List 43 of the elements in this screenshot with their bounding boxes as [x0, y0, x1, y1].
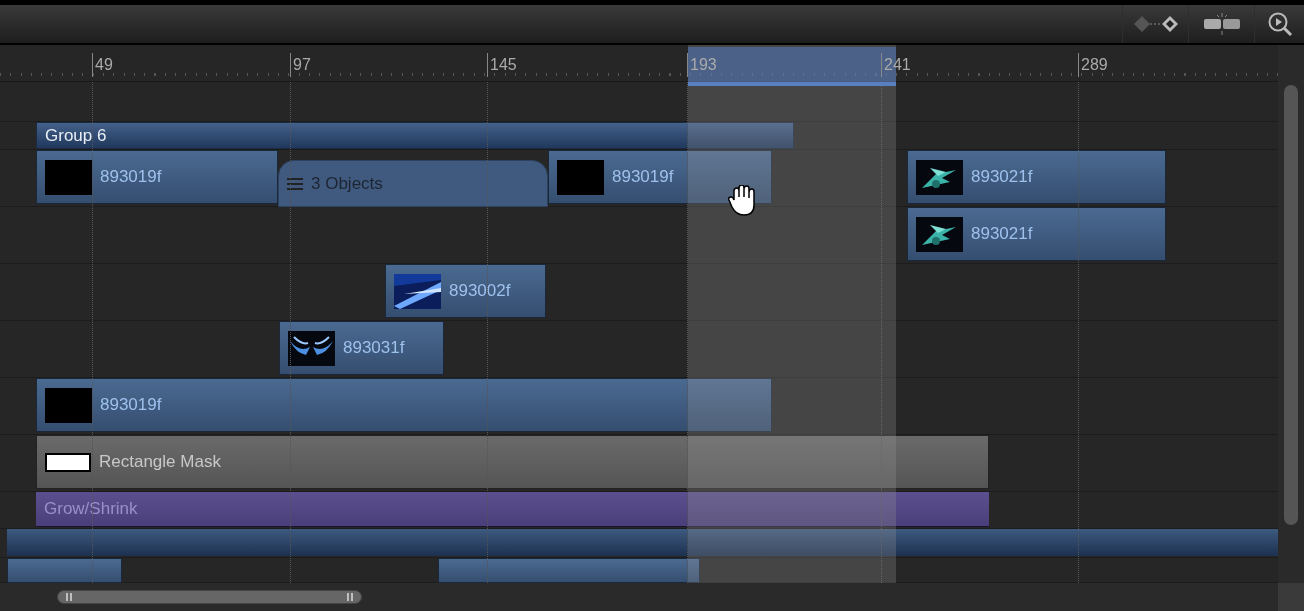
clip-name: 893019f: [612, 166, 674, 189]
clip-name: 893002f: [449, 280, 511, 303]
ruler-label: 97: [293, 56, 311, 73]
media-clip[interactable]: 893031f: [279, 321, 444, 375]
mask-clip[interactable]: Rectangle Mask: [36, 435, 989, 489]
clip-name: 893021f: [971, 223, 1033, 246]
list-icon: [287, 177, 303, 190]
clip-name: 893021f: [971, 166, 1033, 189]
grip-icon: [347, 593, 353, 601]
group-bar[interactable]: Group 6: [36, 122, 794, 149]
ruler-label: 49: [95, 56, 113, 73]
scrollbar-corner: [1278, 583, 1304, 611]
media-clip[interactable]: [438, 558, 700, 583]
clip-name: 893019f: [100, 394, 162, 417]
split-clip-icon: [1201, 13, 1242, 35]
mask-icon: [45, 452, 91, 472]
media-clip[interactable]: 893019f: [36, 378, 772, 432]
ruler-label: 145: [490, 56, 517, 73]
hand-cursor-icon: [728, 185, 758, 217]
clip-name: Grow/Shrink: [44, 498, 138, 521]
behavior-clip[interactable]: Grow/Shrink: [36, 492, 989, 527]
vertical-scrollbar[interactable]: [1284, 85, 1298, 525]
thumbnail: [557, 159, 604, 195]
thumbnail: [45, 387, 92, 423]
clip-name: Rectangle Mask: [99, 451, 221, 474]
collapsed-objects-tab[interactable]: 3 Objects: [278, 160, 548, 207]
horizontal-scrollbar[interactable]: [57, 590, 362, 604]
media-clip[interactable]: [7, 558, 122, 583]
clip-name: 893031f: [343, 337, 405, 360]
media-clip[interactable]: 893019f: [36, 150, 278, 204]
clip-name: 893019f: [100, 166, 162, 189]
media-clip[interactable]: 893019f: [548, 150, 772, 204]
clip-name: 3 Objects: [311, 172, 383, 195]
media-clip[interactable]: 893021f: [907, 207, 1166, 261]
thumbnail: [45, 159, 92, 195]
zoom-play-icon: [1266, 11, 1293, 37]
media-clip[interactable]: 893002f: [385, 264, 546, 318]
group-name: Group 6: [45, 124, 107, 147]
media-clip[interactable]: 893021f: [907, 150, 1166, 204]
group-bar[interactable]: [7, 529, 1278, 556]
ruler-label: 193: [690, 56, 717, 73]
grip-icon: [66, 593, 72, 601]
ruler-label: 289: [1081, 56, 1108, 73]
